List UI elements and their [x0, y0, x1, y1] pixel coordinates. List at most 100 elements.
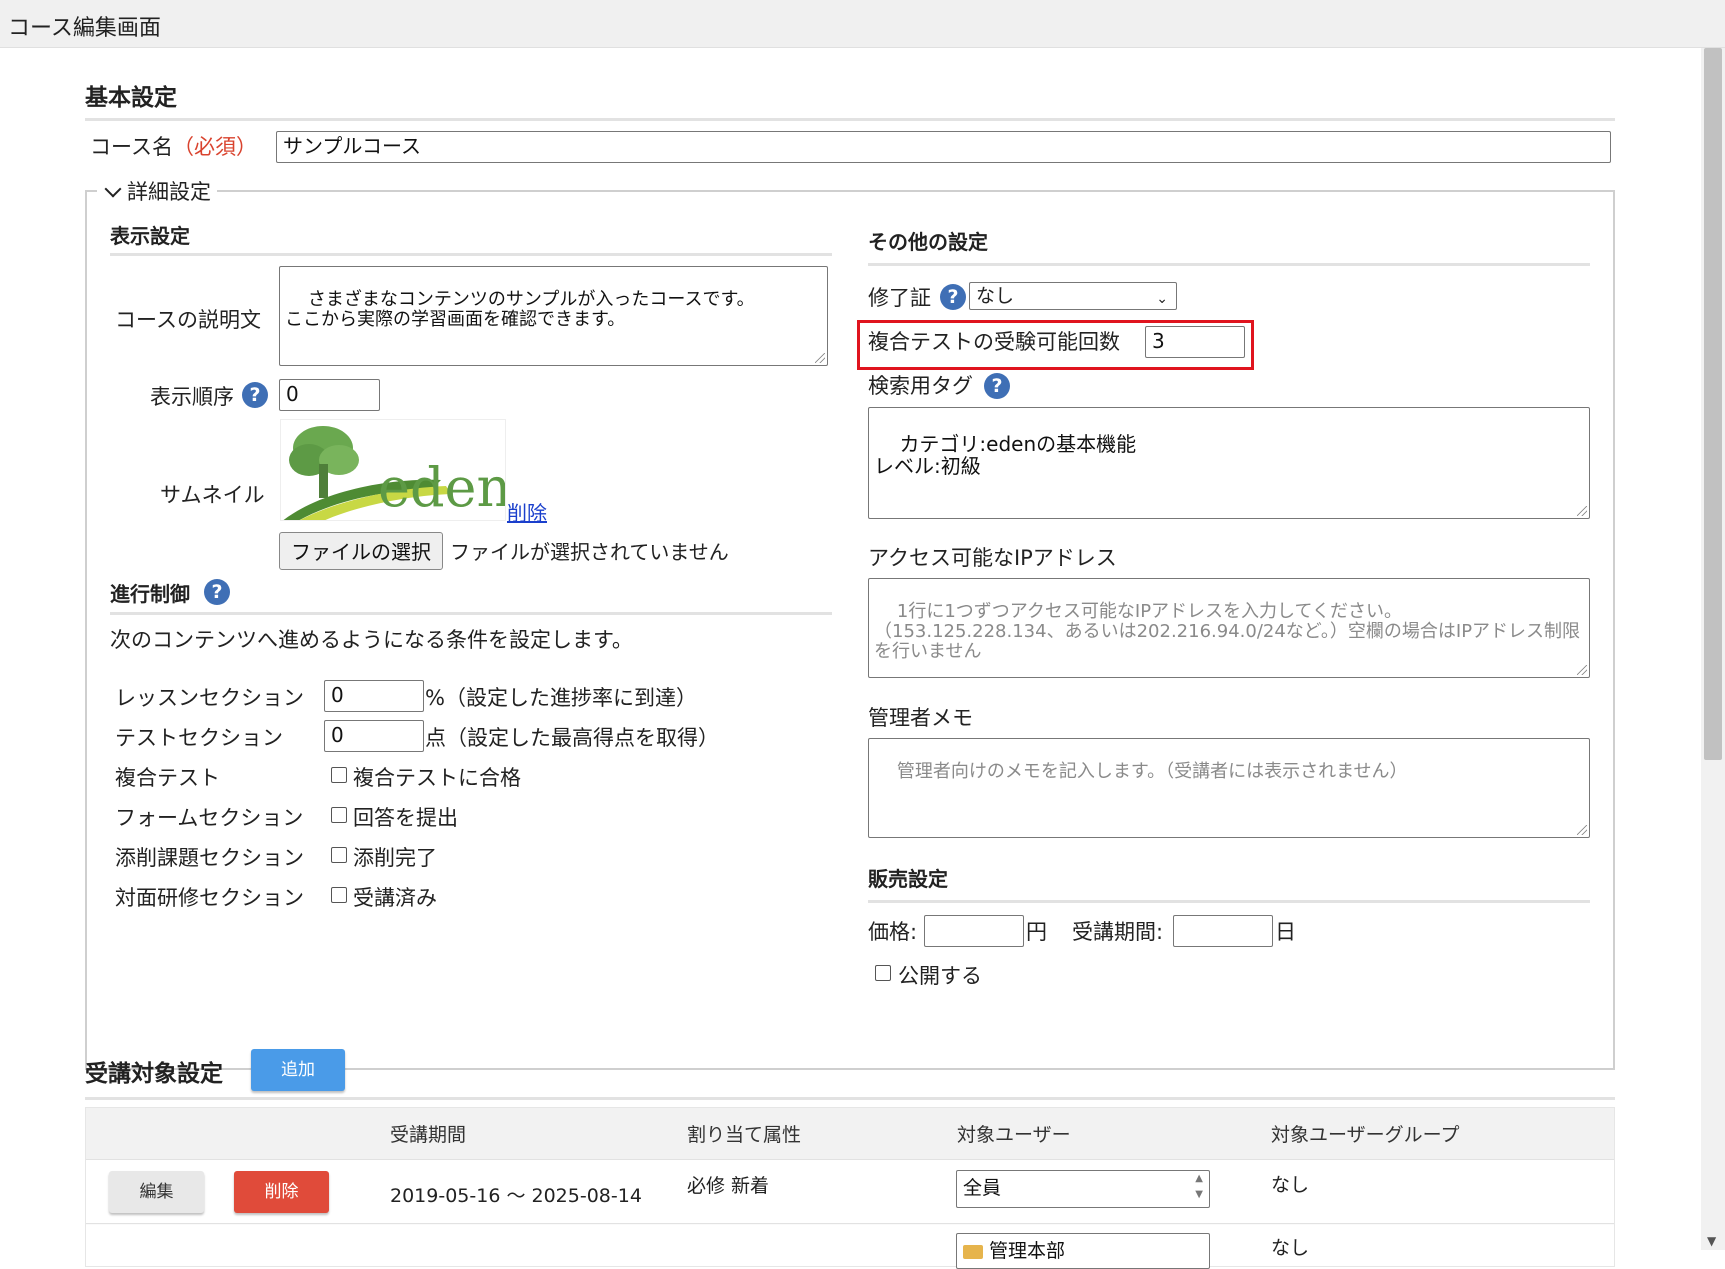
tags-label: 検索用タグ	[868, 374, 973, 398]
row-users-list[interactable]: 管理本部	[956, 1233, 1210, 1269]
assignment-checkbox[interactable]	[331, 847, 347, 863]
folder-icon	[963, 1244, 983, 1259]
compound-test-checkbox[interactable]	[331, 767, 347, 783]
form-answer-checkbox[interactable]	[331, 807, 347, 823]
scroll-down-icon[interactable]: ▼	[1707, 1234, 1716, 1248]
memo-textarea[interactable]: 管理者向けのメモを記入します。（受講者には表示されません）	[868, 738, 1590, 838]
training-check-label: 受講済み	[353, 886, 437, 910]
price-unit: 円	[1026, 920, 1047, 944]
progress-control-heading: 進行制御	[110, 582, 190, 606]
ip-textarea[interactable]: 1行に1つずつアクセス可能なIPアドレスを入力してください。 （153.125.…	[868, 578, 1590, 678]
details-legend-text: 詳細設定	[127, 180, 211, 204]
attempts-input[interactable]: 3	[1145, 326, 1245, 358]
spinner-icon: ▲ ▼	[1195, 1173, 1203, 1200]
resize-grip-icon[interactable]	[815, 353, 825, 363]
resize-grip-icon[interactable]	[1577, 825, 1587, 835]
training-checkbox[interactable]	[331, 887, 347, 903]
lesson-section-label: レッスンセクション	[115, 686, 304, 710]
row-groups: なし	[1271, 1237, 1310, 1259]
thumbnail-label: サムネイル	[160, 483, 265, 507]
help-icon[interactable]: ?	[242, 382, 268, 408]
certificate-select[interactable]: なし ⌄	[969, 282, 1177, 310]
form-section-label: フォームセクション	[115, 806, 304, 830]
help-icon[interactable]: ?	[940, 284, 966, 310]
display-order-input[interactable]: 0	[279, 379, 380, 411]
resize-grip-icon[interactable]	[1577, 506, 1587, 516]
column-users: 対象ユーザー	[957, 1124, 1071, 1146]
details-legend[interactable]: 詳細設定	[97, 176, 217, 206]
assignment-section-label: 添削課題セクション	[115, 846, 304, 870]
publish-checkbox[interactable]	[875, 965, 891, 981]
display-order-label: 表示順序	[150, 385, 234, 409]
test-section-label: テストセクション	[115, 726, 283, 750]
target-settings-heading: 受講対象設定	[85, 1061, 223, 1087]
divider	[868, 900, 1590, 903]
lesson-progress-input[interactable]: 0	[324, 680, 424, 712]
divider	[110, 253, 832, 256]
chevron-down-icon	[104, 180, 122, 198]
logo-text: eden	[378, 456, 506, 519]
window-title: コース編集画面	[8, 16, 161, 41]
target-table: 受講期間 割り当て属性 対象ユーザー 対象ユーザーグループ 編集 削除 2019…	[85, 1107, 1615, 1269]
vertical-scrollbar[interactable]: ▼	[1701, 48, 1725, 1250]
compound-test-check-label: 複合テストに合格	[353, 766, 521, 790]
tags-text: カテゴリ:edenの基本機能 レベル:初級	[874, 432, 1137, 478]
divider	[868, 263, 1590, 266]
row-groups: なし	[1271, 1174, 1310, 1196]
divider	[110, 612, 832, 615]
test-suffix: 点（設定した最高得点を取得）	[425, 726, 719, 750]
other-settings-heading: その他の設定	[868, 230, 988, 254]
scrollbar-thumb[interactable]	[1704, 48, 1722, 760]
course-edit-page: 基本設定 コース名（必須） サンプルコース 詳細設定 表示設定 コースの説明文 …	[0, 48, 1700, 1269]
file-select-button[interactable]: ファイルの選択	[279, 532, 443, 570]
description-text: さまざまなコンテンツのサンプルが入ったコースです。 ここから実際の学習画面を確認…	[285, 289, 755, 330]
test-score-input[interactable]: 0	[324, 720, 424, 752]
form-answer-check-label: 回答を提出	[353, 806, 458, 830]
compound-test-label: 複合テスト	[115, 766, 220, 790]
display-settings-heading: 表示設定	[110, 224, 190, 248]
row-users-value: 全員	[963, 1177, 1002, 1199]
assignment-check-label: 添削完了	[353, 846, 437, 870]
publish-label: 公開する	[898, 964, 982, 988]
chevron-down-icon: ⌄	[1156, 291, 1168, 307]
memo-placeholder: 管理者向けのメモを記入します。（受講者には表示されません）	[896, 761, 1408, 782]
lesson-suffix: %（設定した進捗率に到達）	[425, 686, 697, 710]
window-titlebar: コース編集画面	[0, 0, 1725, 48]
ip-placeholder: 1行に1つずつアクセス可能なIPアドレスを入力してください。 （153.125.…	[874, 601, 1581, 662]
progress-description: 次のコンテンツへ進めるようになる条件を設定します。	[110, 628, 633, 652]
column-attributes: 割り当て属性	[687, 1124, 802, 1146]
description-textarea[interactable]: さまざまなコンテンツのサンプルが入ったコースです。 ここから実際の学習画面を確認…	[279, 266, 828, 366]
edit-button[interactable]: 編集	[109, 1171, 204, 1213]
divider	[85, 118, 1615, 121]
required-marker: （必須）	[172, 135, 257, 159]
table-row	[86, 1225, 1614, 1266]
delete-button[interactable]: 削除	[234, 1171, 329, 1213]
add-target-button[interactable]: 追加	[251, 1049, 345, 1091]
description-label: コースの説明文	[115, 308, 261, 332]
ip-label: アクセス可能なIPアドレス	[868, 546, 1117, 570]
help-icon[interactable]: ?	[984, 373, 1010, 399]
sales-settings-heading: 販売設定	[868, 867, 948, 891]
attempts-label: 複合テストの受験可能回数	[868, 330, 1120, 354]
course-name-label-text: コース名	[90, 135, 173, 159]
divider	[85, 1097, 1615, 1100]
column-groups: 対象ユーザーグループ	[1271, 1124, 1460, 1146]
row-attributes: 必修 新着	[687, 1175, 770, 1197]
training-section-label: 対面研修セクション	[115, 886, 304, 910]
help-icon[interactable]: ?	[204, 579, 230, 605]
period-label: 受講期間:	[1072, 920, 1164, 944]
thumbnail-image: eden	[280, 419, 506, 521]
certificate-label: 修了証	[868, 286, 931, 310]
tags-textarea[interactable]: カテゴリ:edenの基本機能 レベル:初級	[868, 407, 1590, 519]
row-users-list[interactable]: 全員 ▲ ▼	[956, 1170, 1210, 1208]
row-users-value: 管理本部	[989, 1240, 1066, 1262]
course-name-input[interactable]: サンプルコース	[276, 131, 1611, 163]
thumbnail-delete-link[interactable]: 削除	[507, 497, 547, 526]
resize-grip-icon[interactable]	[1577, 665, 1587, 675]
certificate-selected: なし	[976, 285, 1015, 307]
course-name-label: コース名（必須）	[90, 131, 257, 161]
price-input[interactable]	[924, 915, 1024, 947]
period-input[interactable]	[1173, 915, 1273, 947]
memo-label: 管理者メモ	[868, 706, 973, 730]
row-period: 2019-05-16 〜 2025-08-14	[390, 1185, 642, 1207]
